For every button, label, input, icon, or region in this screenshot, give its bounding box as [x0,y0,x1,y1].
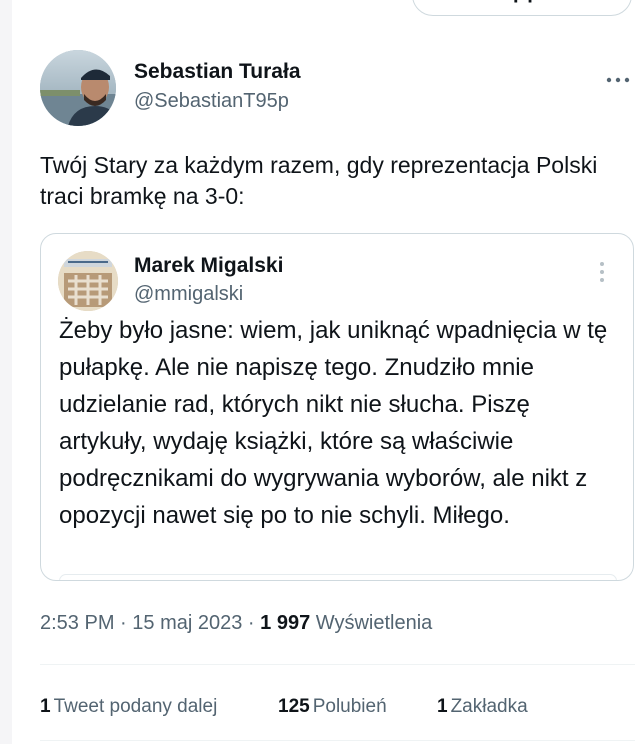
tweet-date[interactable]: 15 maj 2023 [132,612,242,634]
quote-avatar[interactable] [58,251,118,311]
likes-count: 125 [278,696,310,717]
likes-label: Polubień [312,696,387,717]
divider [40,740,635,741]
views-count: 1 997 [260,612,311,634]
top-pill-label: · · [513,0,535,13]
left-rail [0,0,12,744]
author-handle[interactable]: @SebastianT95p [134,90,289,113]
quote-avatar-photo [58,251,118,311]
meta-separator: · [120,612,127,634]
tweet-text: Twój Stary za każdym razem, gdy reprezen… [40,152,598,209]
bookmarks-label: Zakładka [450,696,528,717]
tweet-meta: 2:53 PM · 15 maj 2023 · 1 997 Wyświetlen… [40,612,432,635]
quote-nested-card-edge [59,574,617,580]
quote-text: Żeby było jasne: wiem, jak uniknąć wpadn… [59,317,608,529]
divider [40,664,635,665]
views-label: Wyświetlenia [315,612,433,634]
bookmarks-stat[interactable]: 1 Zakładka [437,696,528,718]
top-pill-button[interactable]: · · [412,0,632,16]
quote-tweet-card[interactable]: Marek Migalski @mmigalski Żeby było jasn… [40,233,634,581]
quote-author-handle[interactable]: @mmigalski [134,283,243,306]
bookmarks-count: 1 [437,696,448,717]
avatar[interactable] [40,50,116,126]
more-vertical-icon[interactable] [599,262,605,286]
author-name[interactable]: Sebastian Turała [134,60,301,84]
avatar-photo [40,50,116,126]
retweets-count: 1 [40,696,51,717]
likes-stat[interactable]: 125 Polubień [278,696,387,718]
tweet-time[interactable]: 2:53 PM [40,612,114,634]
meta-separator: · [247,612,255,634]
quote-author-name[interactable]: Marek Migalski [134,254,283,278]
more-horizontal-icon[interactable] [606,64,630,90]
retweets-stat[interactable]: 1 Tweet podany dalej [40,696,217,718]
retweets-label: Tweet podany dalej [53,696,218,717]
